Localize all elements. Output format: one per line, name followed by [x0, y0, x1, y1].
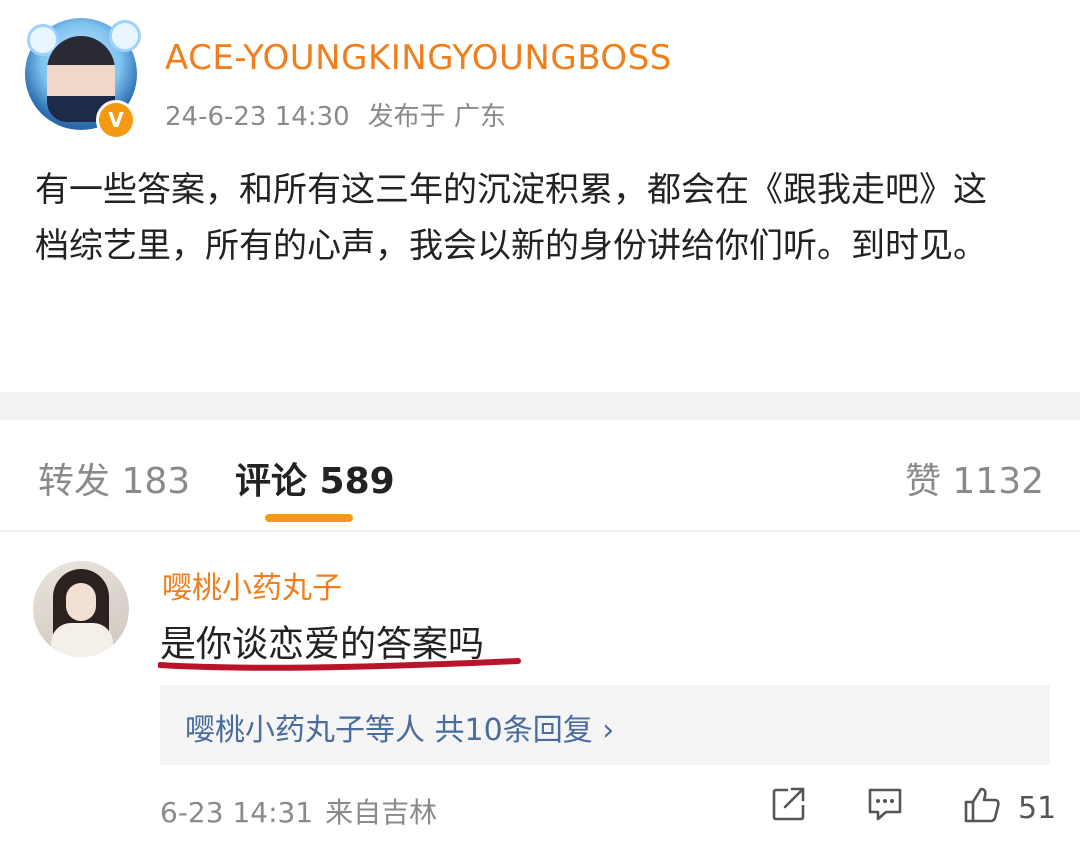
section-divider	[0, 392, 1080, 420]
post-meta: 24-6-23 14:30 发布于 广东	[165, 96, 506, 133]
comment-source: 来自吉林	[325, 796, 438, 829]
thumbs-up-icon[interactable]	[962, 785, 1002, 825]
tab-likes[interactable]: 赞 1132	[905, 452, 1044, 504]
avatar-face	[66, 583, 96, 621]
post-location: 发布于 广东	[367, 102, 506, 132]
post-card: V ACE-YOUNGKINGYOUNGBOSS 24-6-23 14:30 发布…	[0, 0, 1080, 390]
replies-preview[interactable]: 嘤桃小药丸子等人 共10条回复 ›	[160, 685, 1050, 765]
tab-comments[interactable]: 评论 589	[235, 452, 395, 504]
post-tabs: 转发 183 评论 589 赞 1132	[0, 420, 1080, 528]
comment-like-count: 51	[1018, 791, 1057, 826]
verified-badge-icon: V	[96, 100, 136, 140]
active-tab-indicator	[265, 514, 353, 522]
replies-link[interactable]: 嘤桃小药丸子等人 共10条回复 ›	[185, 705, 614, 749]
commenter-name[interactable]: 嘤桃小药丸子	[162, 563, 342, 607]
avatar-decoration	[109, 20, 141, 52]
comment-meta: 6-23 14:31 来自吉林	[160, 791, 437, 831]
commenter-avatar[interactable]	[33, 561, 129, 657]
comment-icon[interactable]	[866, 785, 904, 823]
post-timestamp: 24-6-23 14:30	[165, 102, 350, 132]
post-author-name[interactable]: ACE-YOUNGKINGYOUNGBOSS	[165, 38, 672, 78]
tab-reposts[interactable]: 转发 183	[38, 452, 190, 504]
share-icon[interactable]	[770, 785, 808, 823]
tabs-divider	[0, 530, 1080, 532]
comment-timestamp: 6-23 14:31	[160, 796, 314, 829]
post-body: 有一些答案，和所有这三年的沉淀积累，都会在《跟我走吧》这档综艺里，所有的心声，我…	[35, 170, 987, 266]
weibo-post-page: V ACE-YOUNGKINGYOUNGBOSS 24-6-23 14:30 发布…	[0, 0, 1080, 845]
avatar-body	[51, 623, 113, 657]
red-underline-annotation	[158, 658, 521, 671]
comment-item: 嘤桃小药丸子 是你谈恋爱的答案吗 嘤桃小药丸子等人 共10条回复 › 6-23 …	[0, 533, 1080, 845]
